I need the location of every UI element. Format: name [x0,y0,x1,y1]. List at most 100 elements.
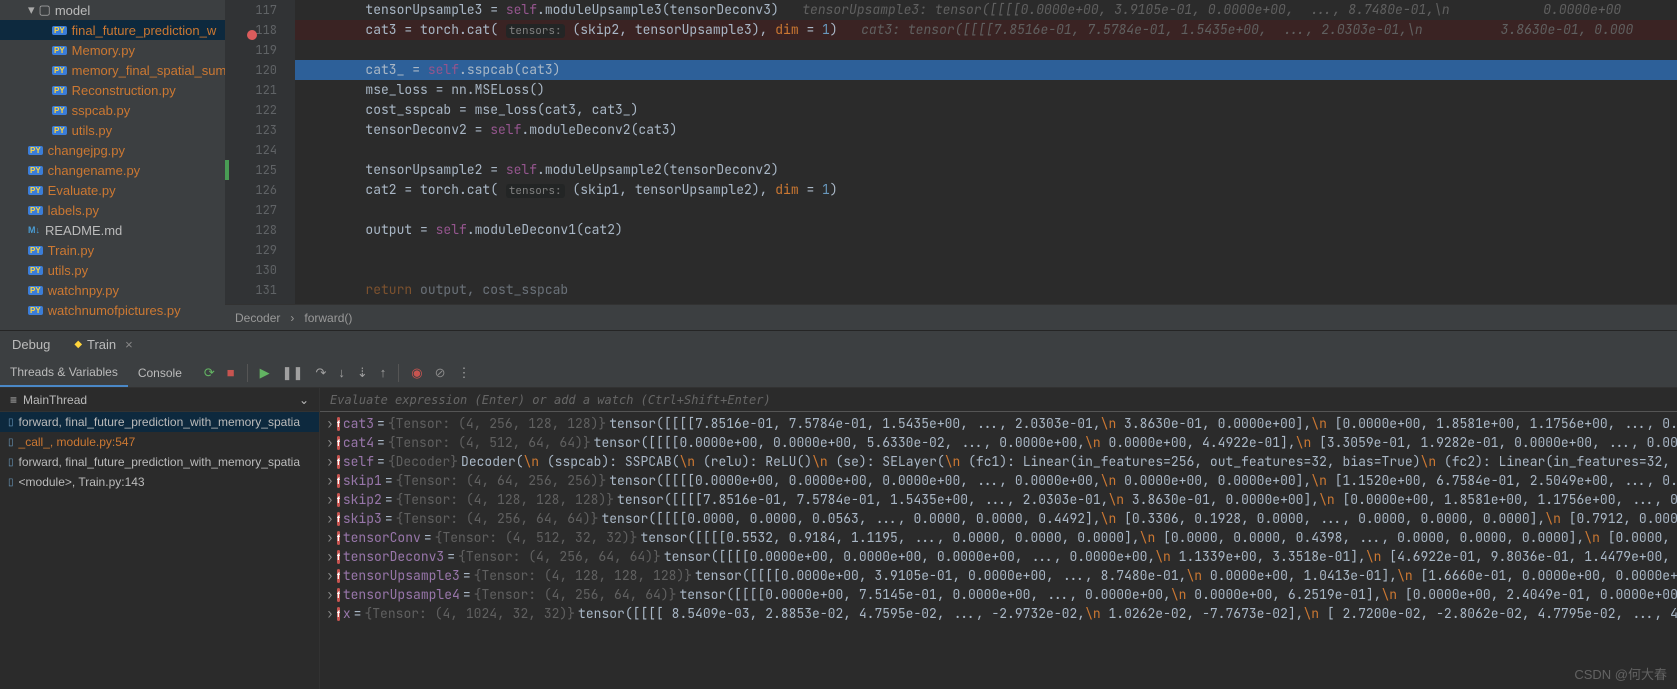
close-icon[interactable]: × [125,337,133,352]
evaluate-expression-input[interactable]: Evaluate expression (Enter) or add a wat… [320,388,1677,412]
field-icon: f [337,493,340,507]
expand-icon[interactable]: › [326,548,334,565]
variable-row[interactable]: ›f cat3 = {Tensor: (4, 256, 128, 128)} t… [320,414,1677,433]
py-icon: PY [52,106,67,115]
breadcrumb-item[interactable]: forward() [304,311,352,325]
stack-frame[interactable]: ▯<module>, Train.py:143 [0,472,319,492]
variable-row[interactable]: ›f self = {Decoder} Decoder(\n (sspcab):… [320,452,1677,471]
field-icon: f [337,550,340,564]
breadcrumb-item[interactable]: Decoder [235,311,280,325]
field-icon: f [337,569,340,583]
more-icon[interactable]: ⋮ [458,365,471,381]
field-icon: f [337,474,340,488]
py-icon: PY [52,126,67,135]
tree-item[interactable]: PYwatchnpy.py [0,280,225,300]
variable-row[interactable]: ›f skip3 = {Tensor: (4, 256, 64, 64)} te… [320,509,1677,528]
expand-icon[interactable]: › [326,472,334,489]
tree-item[interactable]: PYTrain.py [0,240,225,260]
py-icon: PY [28,246,43,255]
variable-row[interactable]: ›f tensorConv = {Tensor: (4, 512, 32, 32… [320,528,1677,547]
expand-icon[interactable]: › [326,605,334,622]
field-icon: f [337,417,340,431]
tab-debug[interactable]: Debug [0,331,62,358]
expand-icon[interactable]: › [326,491,334,508]
python-icon: ◆ [74,339,82,350]
variable-row[interactable]: ›f x = {Tensor: (4, 1024, 32, 32)} tenso… [320,604,1677,623]
tab-console[interactable]: Console [128,360,192,386]
mute-breakpoints-icon[interactable]: ⊘ [435,365,446,381]
thread-selector[interactable]: ≡ MainThread ⌄ [0,388,319,412]
tree-item[interactable]: PYEvaluate.py [0,180,225,200]
step-over-icon[interactable]: ↷ [315,365,326,381]
field-icon: f [337,531,340,545]
variable-row[interactable]: ›f skip2 = {Tensor: (4, 128, 128, 128)} … [320,490,1677,509]
tree-item[interactable]: M↓README.md [0,220,225,240]
py-icon: PY [28,306,43,315]
chevron-down-icon: ▾ [28,2,35,18]
code-editor[interactable]: 1171181191201211221231241251261271281291… [225,0,1677,330]
tree-item[interactable]: PYutils.py [0,260,225,280]
stack-frame[interactable]: ▯_call_, module.py:547 [0,432,319,452]
field-icon: f [337,588,340,602]
tree-item[interactable]: PYchangejpg.py [0,140,225,160]
tree-item[interactable]: PYutils.py [0,120,225,140]
gutter[interactable]: 1171181191201211221231241251261271281291… [225,0,295,304]
variable-row[interactable]: ›f cat4 = {Tensor: (4, 512, 64, 64)} ten… [320,433,1677,452]
code-area[interactable]: tensorUpsample3 = self.moduleUpsample3(t… [295,0,1677,304]
tree-folder-model[interactable]: ▾ ▢ model [0,0,225,20]
variables-panel: Evaluate expression (Enter) or add a wat… [320,388,1677,689]
variable-row[interactable]: ›f tensorUpsample4 = {Tensor: (4, 256, 6… [320,585,1677,604]
field-icon: f [337,455,340,469]
restart-icon[interactable]: ⟳ [204,365,215,381]
py-icon: PY [28,266,43,275]
tree-item[interactable]: PYfinal_future_prediction_w [0,20,225,40]
chevron-down-icon: ⌄ [299,393,309,407]
field-icon: f [337,512,340,526]
debugger-tabs: Threads & Variables Console ⟳ ■ ▶ ❚❚ ↷ ↓… [0,358,1677,388]
debug-toolwindow-tabs: Debug ◆ Train × [0,330,1677,358]
tree-item[interactable]: PYMemory.py [0,40,225,60]
watermark: CSDN @何大春 [1574,664,1667,683]
expand-icon[interactable]: › [326,415,334,432]
field-icon: f [337,436,340,450]
step-out-icon[interactable]: ↑ [380,365,387,380]
py-icon: PY [28,166,43,175]
expand-icon[interactable]: › [326,586,334,603]
field-icon: f [337,607,340,621]
expand-icon[interactable]: › [326,453,334,470]
tree-item[interactable]: PYchangename.py [0,160,225,180]
tree-item[interactable]: PYmemory_final_spatial_sum [0,60,225,80]
tree-item[interactable]: PYwatchnumofpictures.py [0,300,225,320]
py-icon: PY [52,66,67,75]
tree-item[interactable]: PYsspcab.py [0,100,225,120]
expand-icon[interactable]: › [326,529,334,546]
threads-icon: ≡ [10,393,17,407]
tree-item[interactable]: PYReconstruction.py [0,80,225,100]
expand-icon[interactable]: › [326,567,334,584]
stack-frame[interactable]: ▯forward, final_future_prediction_with_m… [0,412,319,432]
expand-icon[interactable]: › [326,434,334,451]
step-into-my-icon[interactable]: ⇣ [357,365,368,381]
project-tree[interactable]: ▾ ▢ model PYfinal_future_prediction_wPYM… [0,0,225,330]
folder-icon: ▢ [39,2,51,18]
tab-threads-vars[interactable]: Threads & Variables [0,359,128,387]
pause-icon[interactable]: ❚❚ [282,365,304,381]
breadcrumb[interactable]: Decoder › forward() [225,304,1677,330]
chevron-right-icon: › [290,311,294,325]
tree-item[interactable]: PYlabels.py [0,200,225,220]
variable-row[interactable]: ›f skip1 = {Tensor: (4, 64, 256, 256)} t… [320,471,1677,490]
stack-frame[interactable]: ▯forward, final_future_prediction_with_m… [0,452,319,472]
py-icon: PY [52,46,67,55]
variable-row[interactable]: ›f tensorDeconv3 = {Tensor: (4, 256, 64,… [320,547,1677,566]
frames-panel: ≡ MainThread ⌄ ▯forward, final_future_pr… [0,388,320,689]
py-icon: PY [52,86,67,95]
variable-row[interactable]: ›f tensorUpsample3 = {Tensor: (4, 128, 1… [320,566,1677,585]
py-icon: PY [52,26,67,35]
py-icon: PY [28,186,43,195]
tab-run-config[interactable]: ◆ Train × [62,331,144,358]
stop-icon[interactable]: ■ [227,365,235,380]
expand-icon[interactable]: › [326,510,334,527]
resume-icon[interactable]: ▶ [260,365,270,381]
step-into-icon[interactable]: ↓ [338,365,345,380]
view-breakpoints-icon[interactable]: ◉ [411,365,422,381]
